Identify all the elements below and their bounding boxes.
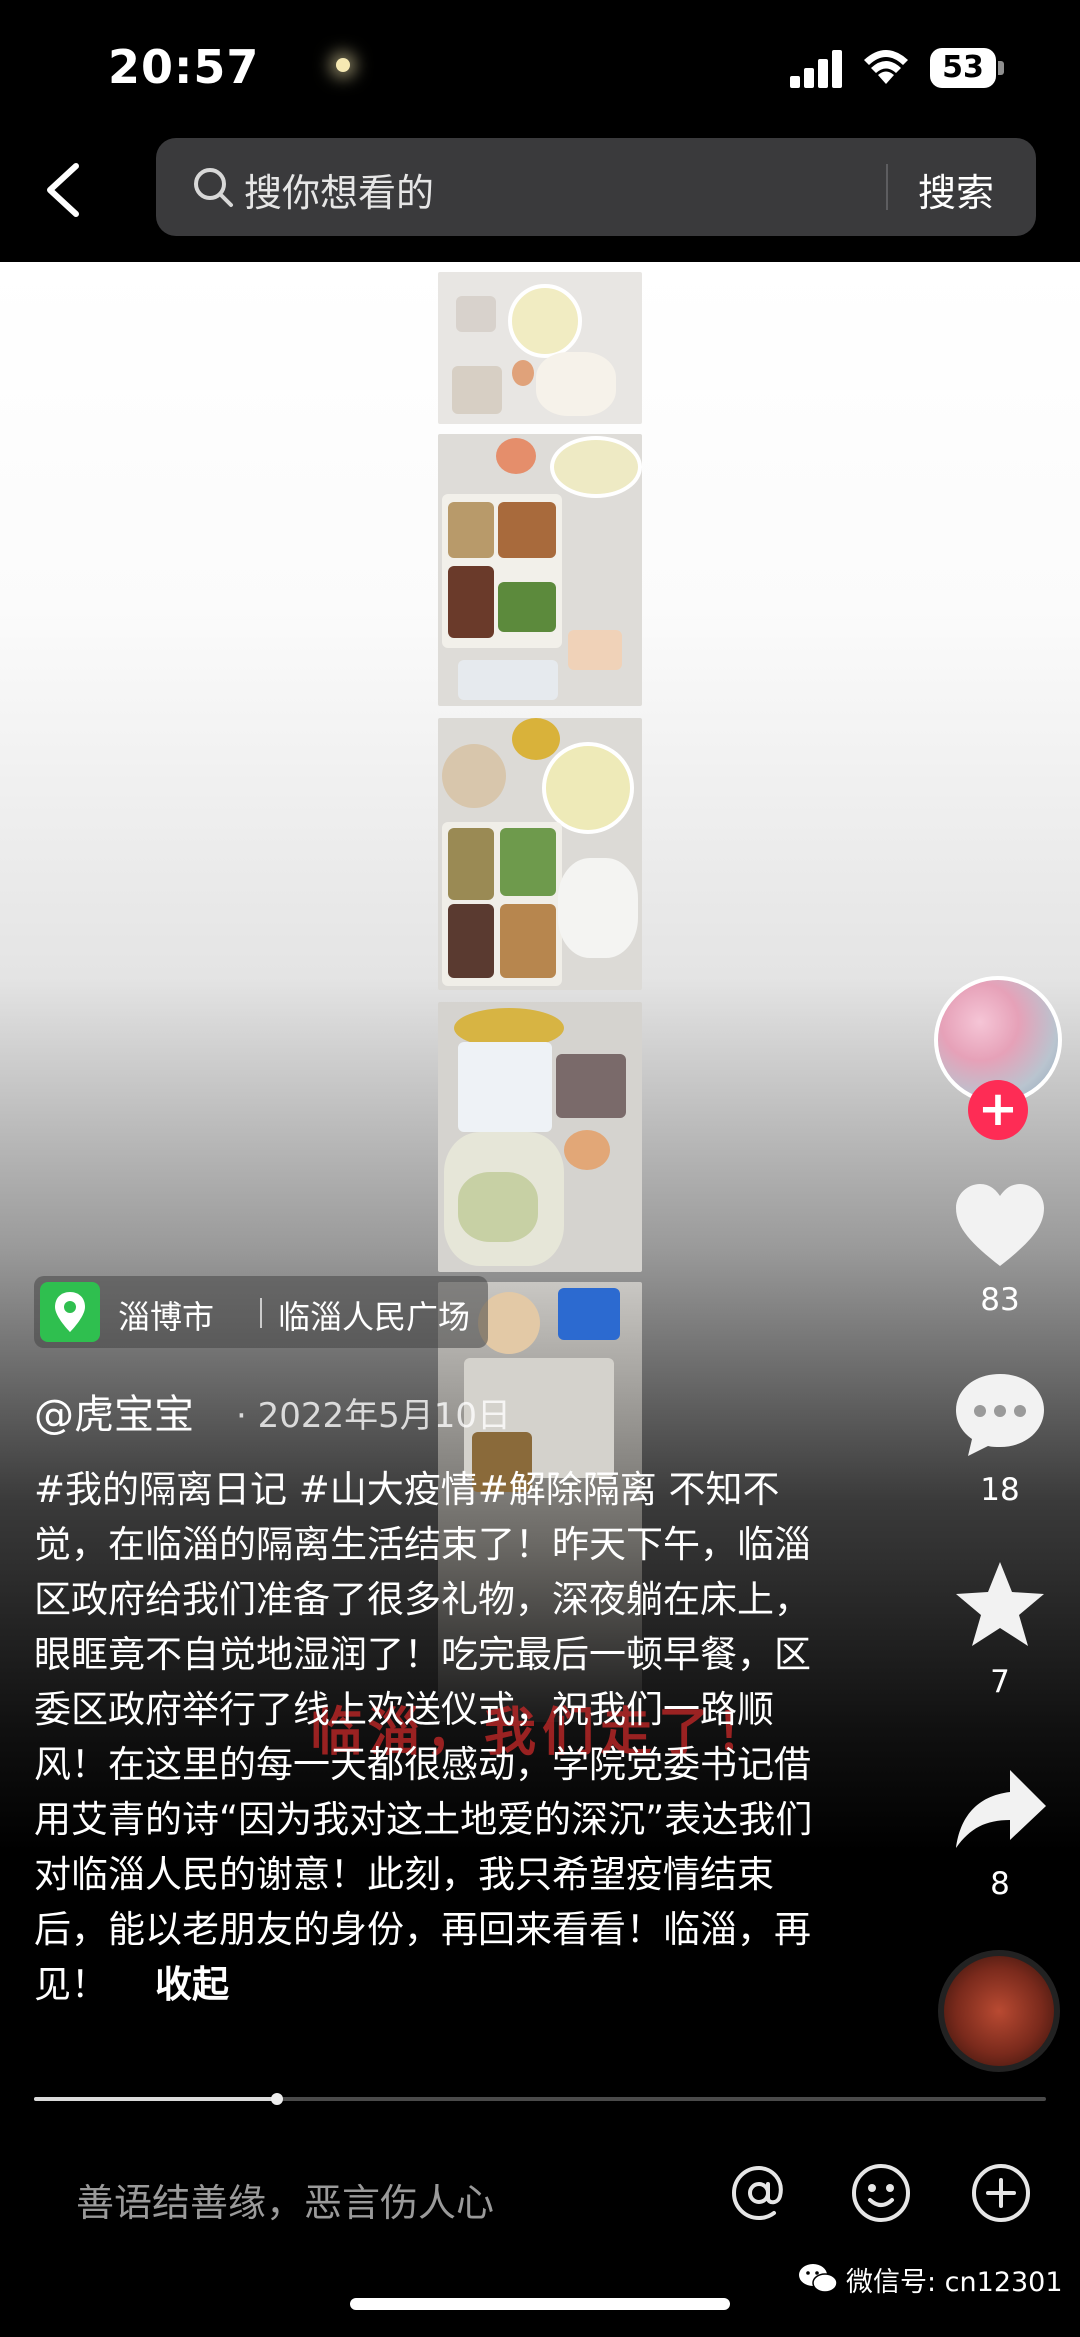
post-caption: #我的隔离日记 #山大疫情#解除隔离 不知不觉，在临淄的隔离生活结束了！昨天下午… bbox=[34, 1462, 824, 2012]
like-heart-icon[interactable] bbox=[952, 1180, 1048, 1270]
mention-at-icon[interactable] bbox=[728, 2162, 790, 2224]
search-submit-button[interactable]: 搜索 bbox=[918, 162, 994, 217]
video-progress-bar[interactable] bbox=[34, 2093, 1046, 2105]
status-time: 20:57 bbox=[108, 40, 260, 94]
comment-count: 18 bbox=[980, 1472, 1020, 1508]
meal-photo-3 bbox=[438, 718, 642, 990]
wechat-logo-icon bbox=[799, 2264, 838, 2293]
emoji-icon[interactable] bbox=[850, 2162, 912, 2224]
location-tag[interactable]: 淄博市 临淄人民广场 bbox=[34, 1276, 488, 1348]
add-plus-icon[interactable] bbox=[970, 2162, 1032, 2224]
video-progress-fill bbox=[34, 2097, 277, 2101]
video-progress-knob[interactable] bbox=[270, 2093, 283, 2105]
wifi-icon bbox=[864, 50, 908, 84]
location-pin-icon bbox=[40, 1282, 100, 1342]
search-icon bbox=[194, 168, 233, 207]
follow-button[interactable]: + bbox=[968, 1080, 1028, 1140]
share-arrow-icon[interactable] bbox=[952, 1764, 1048, 1854]
share-count: 8 bbox=[990, 1866, 1010, 1902]
battery-indicator: 53 bbox=[930, 48, 1006, 90]
home-indicator[interactable] bbox=[350, 2298, 730, 2310]
comment-input[interactable]: 善语结善缘，恶言伤人心 bbox=[76, 2172, 494, 2227]
camera-indicator-dot bbox=[336, 58, 350, 72]
meal-photo-1 bbox=[438, 272, 642, 424]
location-divider bbox=[260, 1298, 262, 1328]
battery-level: 53 bbox=[942, 50, 984, 85]
favorite-count: 7 bbox=[990, 1664, 1010, 1700]
meal-photo-4 bbox=[438, 1002, 642, 1272]
caption-text: #我的隔离日记 #山大疫情#解除隔离 不知不觉，在临淄的隔离生活结束了！昨天下午… bbox=[34, 1468, 813, 2006]
author-username[interactable]: @虎宝宝 bbox=[34, 1382, 194, 1440]
collapse-link[interactable]: 收起 bbox=[155, 1963, 229, 2006]
favorite-star-icon[interactable] bbox=[952, 1560, 1048, 1650]
back-button[interactable] bbox=[40, 160, 88, 220]
music-disc[interactable] bbox=[938, 1950, 1060, 2072]
like-count: 83 bbox=[980, 1282, 1020, 1318]
search-input[interactable]: 搜你想看的 bbox=[244, 162, 434, 217]
search-bar[interactable]: 搜你想看的 搜索 bbox=[156, 138, 1036, 236]
signal-icon bbox=[790, 50, 842, 88]
location-city: 淄博市 bbox=[118, 1298, 215, 1336]
location-place: 临淄人民广场 bbox=[278, 1298, 471, 1336]
comment-icon[interactable] bbox=[952, 1370, 1048, 1460]
post-date: · 2022年5月10日 bbox=[236, 1396, 512, 1436]
search-divider bbox=[886, 164, 888, 210]
meal-photo-2 bbox=[438, 434, 642, 706]
plus-icon: + bbox=[977, 1081, 1019, 1137]
wechat-watermark: 微信号: cn12301 bbox=[846, 2267, 1063, 2298]
